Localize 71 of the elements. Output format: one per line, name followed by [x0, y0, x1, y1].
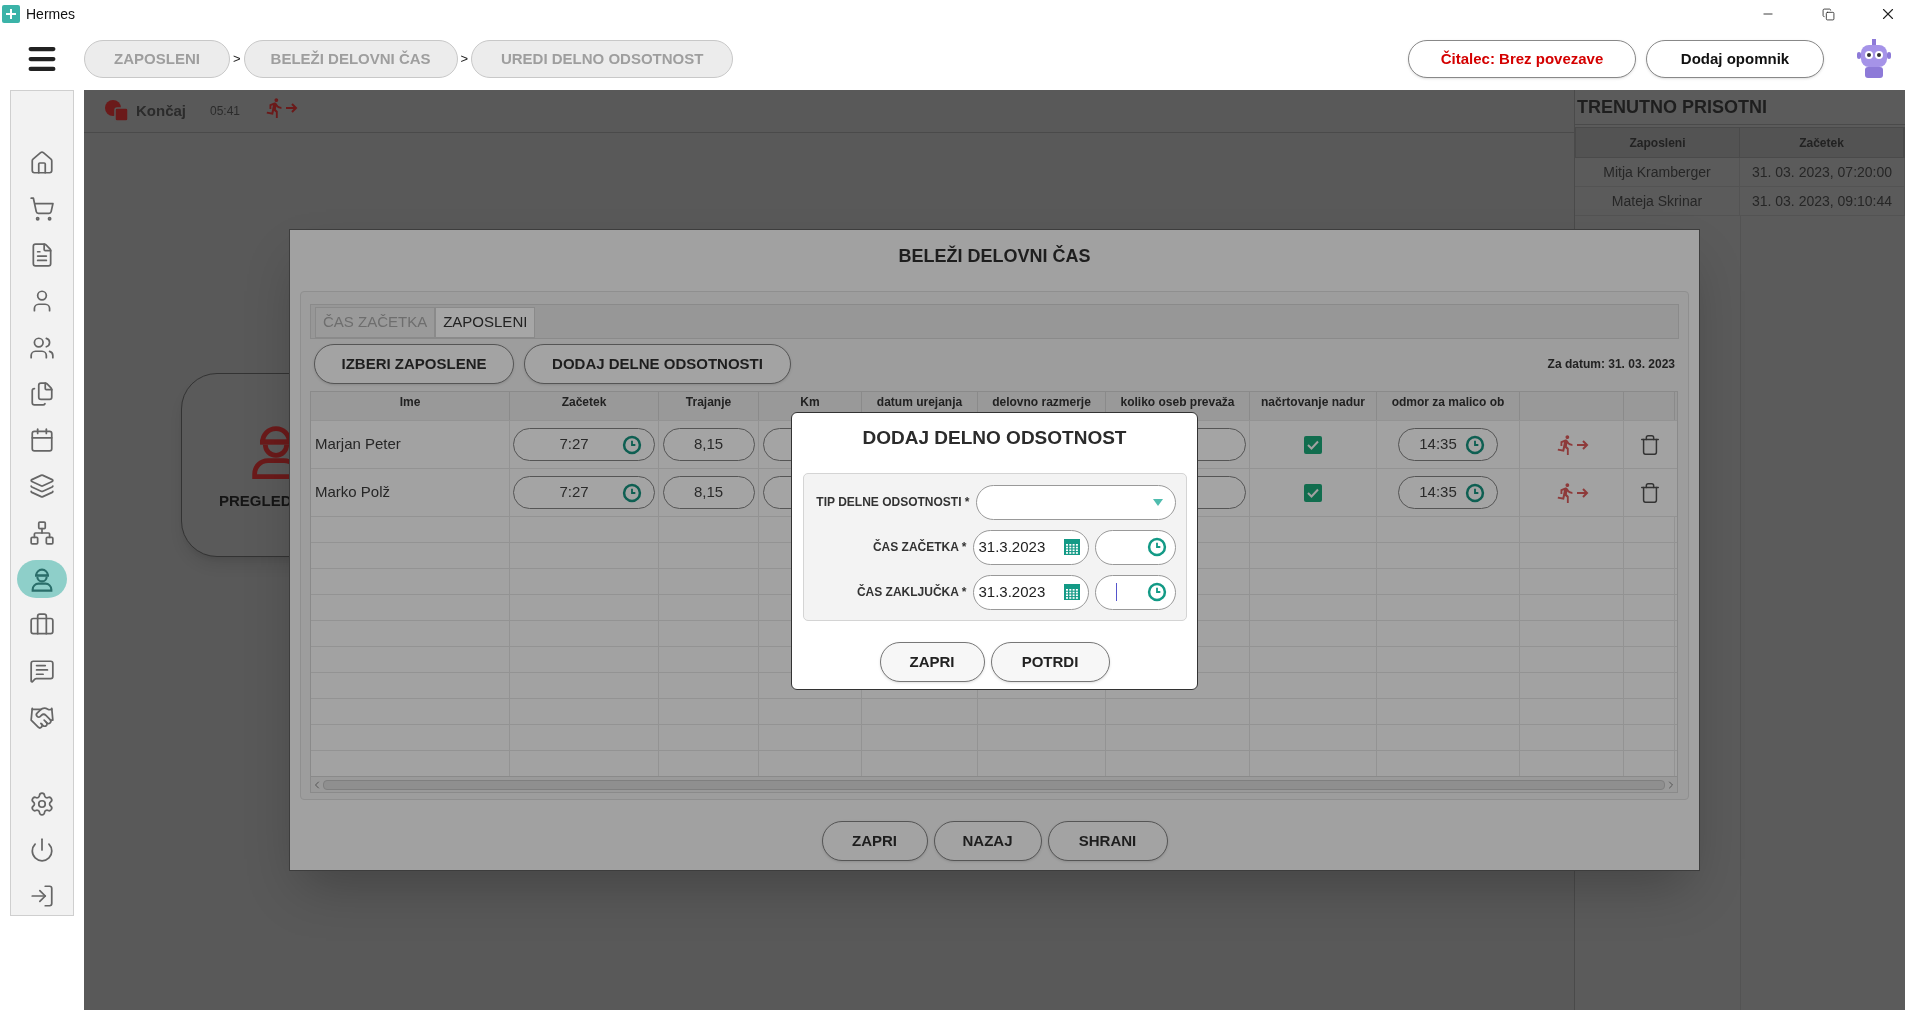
select-employees-button[interactable]: IZBERI ZAPOSLENE	[314, 344, 514, 384]
column-header: koliko oseb prevaža	[1120, 395, 1235, 409]
column-header: načrtovanje nadur	[1261, 395, 1365, 409]
robot-avatar-icon[interactable]	[1856, 39, 1892, 79]
card-label: PREGLED	[219, 490, 292, 511]
clock-icon[interactable]	[1146, 582, 1167, 602]
save-button[interactable]: SHRANI	[1047, 821, 1168, 861]
documents-icon	[29, 380, 55, 407]
add-absences-button[interactable]: DODAJ DELNE ODSOTNOSTI	[524, 344, 791, 384]
date-field[interactable]: 31.3.2023	[972, 574, 1089, 610]
handshake-icon	[29, 704, 55, 731]
time-field[interactable]	[1094, 574, 1176, 610]
close-button[interactable]: ZAPRI	[879, 642, 985, 682]
breadcrumb-separator: >	[233, 50, 241, 69]
calendar-icon[interactable]	[1061, 582, 1082, 602]
clock-icon[interactable]	[1465, 434, 1485, 455]
breadcrumb-separator: >	[460, 50, 469, 69]
document-icon	[29, 242, 55, 269]
time-field[interactable]: 7:27	[513, 428, 655, 461]
absence-type-select[interactable]	[975, 484, 1176, 520]
dropdown-arrow-icon	[1152, 498, 1163, 506]
type-label: TIP DELNE ODSOTNOSTI *	[816, 494, 970, 511]
column-header: Ime	[399, 395, 421, 409]
confirm-button[interactable]: POTRDI	[990, 642, 1110, 682]
stop-clock-icon	[104, 99, 130, 123]
time-field[interactable]: 14:35	[1398, 428, 1498, 461]
calendar-icon	[29, 427, 55, 454]
column-header: Trajanje	[685, 395, 732, 409]
delete-icon[interactable]	[1638, 433, 1661, 456]
panel-title: TRENUTNO PRISOTNI	[1575, 90, 1905, 125]
clock-icon[interactable]	[622, 434, 642, 455]
time-field[interactable]: 8,15	[662, 428, 755, 461]
time-field[interactable]: 8,15	[662, 476, 755, 509]
message-icon	[29, 658, 55, 685]
overtime-checkbox[interactable]	[1304, 435, 1322, 454]
close-button[interactable]: ZAPRI	[821, 821, 928, 861]
delete-icon[interactable]	[1638, 481, 1661, 504]
home-icon	[29, 149, 55, 176]
absence-dialog-title: DODAJ DELNO ODSOTNOST	[862, 425, 1127, 450]
column-header: odmor za malico ob	[1391, 395, 1505, 409]
calendar-icon[interactable]	[1061, 537, 1082, 557]
power-icon	[29, 837, 55, 864]
add-reminder-button[interactable]: Dodaj opomnik	[1646, 40, 1824, 78]
start-label: ČAS ZAČETKA *	[872, 538, 967, 556]
column-header: Začetek	[561, 395, 607, 409]
cart-icon	[29, 195, 55, 222]
clock-icon[interactable]	[1146, 537, 1167, 557]
end-label: ČAS ZAKLJUČKA *	[856, 583, 967, 601]
column-header: delovno razmerje	[992, 395, 1091, 409]
layers-icon	[29, 473, 55, 500]
date-note: Za datum: 31. 03. 2023	[1547, 356, 1675, 373]
restore-icon	[1821, 7, 1835, 21]
time-field[interactable]: 7:27	[513, 476, 655, 509]
dialog-title: BELEŽI DELOVNI ČAS	[898, 244, 1091, 268]
network-icon	[29, 519, 55, 546]
column-header: datum urejanja	[876, 395, 963, 409]
tab[interactable]: ZAPOSLENI	[435, 307, 536, 338]
column-header: Km	[800, 395, 820, 409]
settings-icon	[29, 790, 55, 817]
users-icon	[29, 334, 55, 361]
back-button[interactable]: NAZAJ	[933, 821, 1042, 861]
time-field[interactable]	[1094, 529, 1176, 565]
clock-icon[interactable]	[1465, 482, 1485, 503]
clock-icon[interactable]	[622, 482, 642, 503]
login-icon	[29, 883, 55, 910]
sidebar-item[interactable]	[17, 560, 67, 598]
overtime-checkbox[interactable]	[1304, 483, 1322, 502]
window-title: Hermes	[26, 4, 75, 24]
reader-status-button[interactable]: Čitalec: Brez povezave	[1408, 40, 1636, 78]
time-field[interactable]: 14:35	[1398, 476, 1498, 509]
date-field[interactable]: 31.3.2023	[972, 529, 1089, 565]
